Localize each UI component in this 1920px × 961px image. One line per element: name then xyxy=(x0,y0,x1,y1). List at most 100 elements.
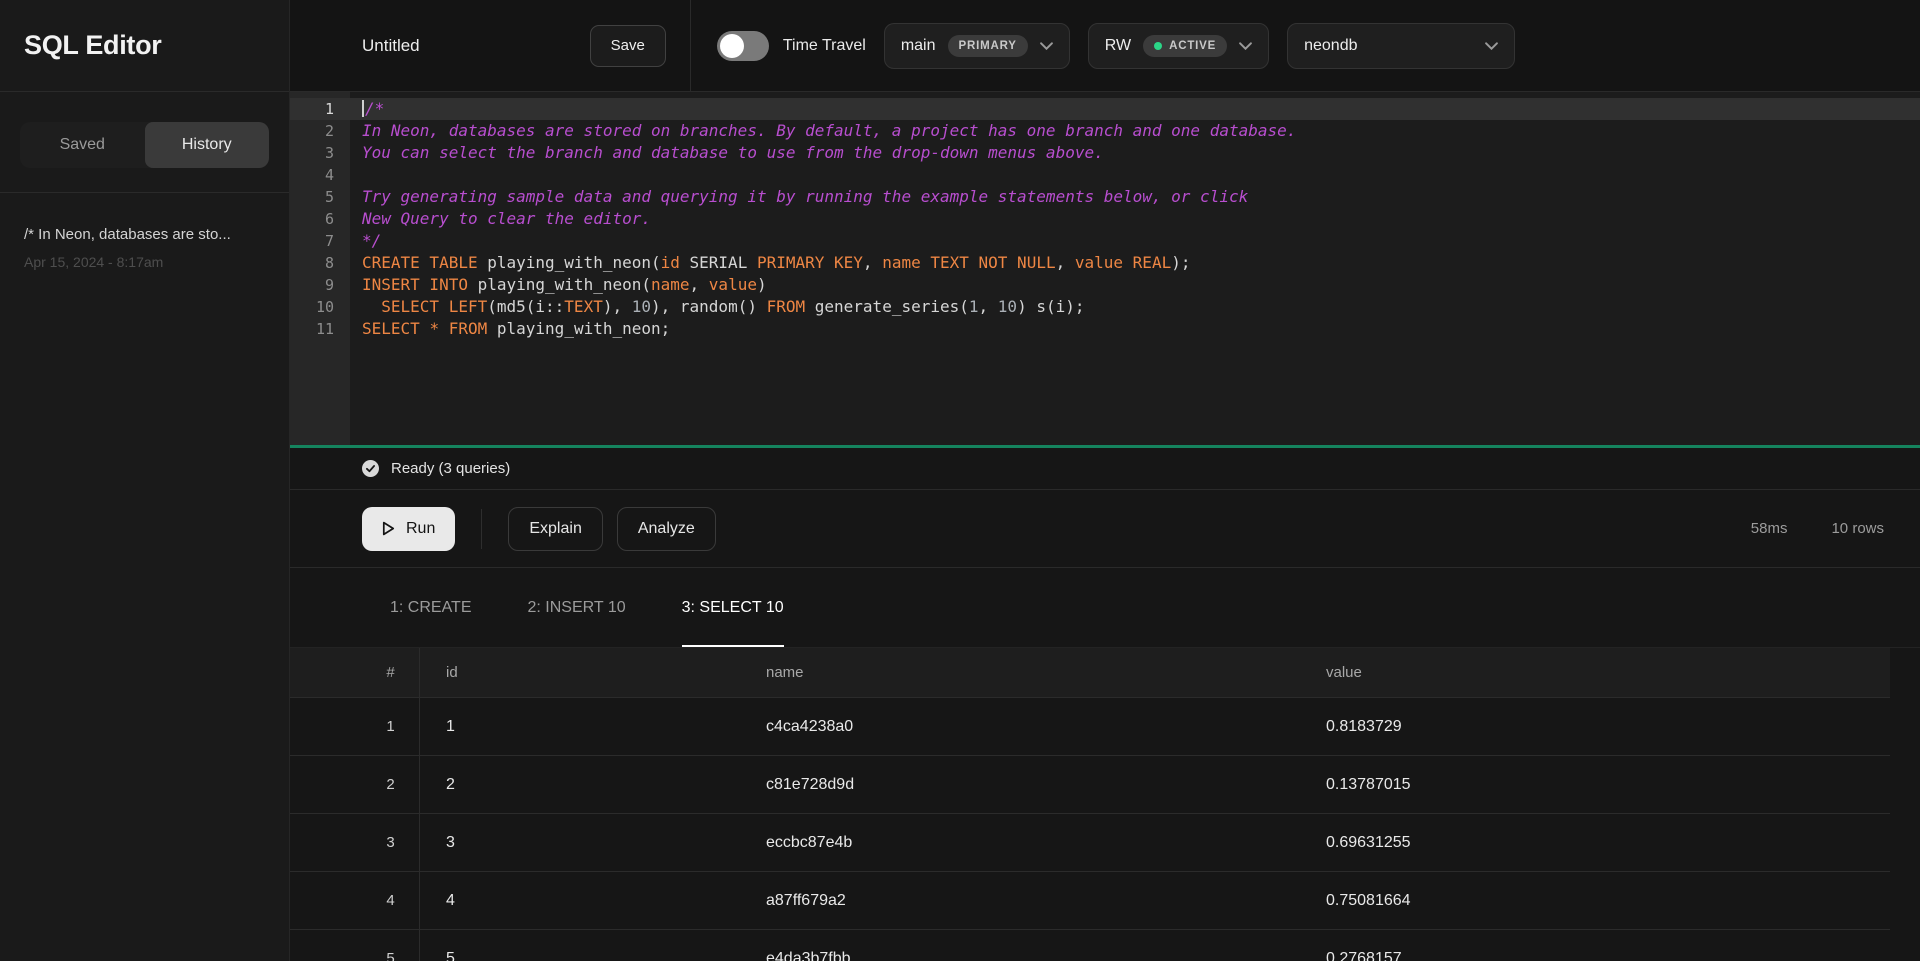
editor-line[interactable]: 4 xyxy=(290,164,1920,186)
editor-line[interactable]: 7*/ xyxy=(290,230,1920,252)
code-token: SELECT xyxy=(381,297,439,316)
results-table: # id name value 11c4ca4238a00.818372922c… xyxy=(290,648,1920,961)
row-index-cell: 3 xyxy=(362,814,420,871)
code-text: In Neon, databases are stored on branche… xyxy=(350,120,1296,142)
page-title: SQL Editor xyxy=(24,30,162,61)
query-name[interactable]: Untitled xyxy=(362,36,420,56)
code-token: generate_series( xyxy=(805,297,969,316)
line-number: 10 xyxy=(290,296,350,318)
table-cell: eccbc87e4b xyxy=(740,834,1300,852)
query-stats: 58ms 10 rows xyxy=(1751,520,1884,537)
row-index-cell: 2 xyxy=(362,756,420,813)
code-token: /* xyxy=(365,99,384,118)
database-selector[interactable]: neondb xyxy=(1287,23,1515,69)
tab-history[interactable]: History xyxy=(145,122,270,168)
save-button[interactable]: Save xyxy=(590,25,666,67)
table-cell: 0.13787015 xyxy=(1300,776,1890,794)
table-row[interactable]: 22c81e728d9d0.13787015 xyxy=(290,756,1890,814)
result-tab[interactable]: 1: CREATE xyxy=(390,568,472,647)
editor-line[interactable]: 11SELECT * FROM playing_with_neon; xyxy=(290,318,1920,340)
table-cell: 2 xyxy=(420,776,740,794)
code-token: , xyxy=(979,297,998,316)
code-text: SELECT * FROM playing_with_neon; xyxy=(350,318,670,340)
code-token: CREATE TABLE xyxy=(362,253,478,272)
code-text: You can select the branch and database t… xyxy=(350,142,1104,164)
table-row[interactable]: 33eccbc87e4b0.69631255 xyxy=(290,814,1890,872)
check-circle-icon xyxy=(362,460,379,477)
code-token: FROM xyxy=(449,319,488,338)
code-token: id xyxy=(661,253,680,272)
code-token: 1 xyxy=(969,297,979,316)
editor-line[interactable]: 5Try generating sample data and querying… xyxy=(290,186,1920,208)
chevron-down-icon xyxy=(1485,42,1498,50)
table-cell: 5 xyxy=(420,950,740,961)
result-tab[interactable]: 3: SELECT 10 xyxy=(682,568,784,647)
explain-button[interactable]: Explain xyxy=(508,507,602,551)
run-button-label: Run xyxy=(406,520,435,538)
code-token: FROM xyxy=(767,297,806,316)
branch-name: main xyxy=(901,37,936,55)
status-text: Ready (3 queries) xyxy=(391,460,510,477)
editor-line[interactable]: 2 In Neon, databases are stored on branch… xyxy=(290,120,1920,142)
line-number: 2 xyxy=(290,120,350,142)
result-tab[interactable]: 2: INSERT 10 xyxy=(528,568,626,647)
actions-divider xyxy=(481,509,482,549)
chevron-down-icon xyxy=(1040,42,1053,50)
editor-line[interactable]: 10 SELECT LEFT(md5(i::TEXT), 10), random… xyxy=(290,296,1920,318)
branch-primary-badge: PRIMARY xyxy=(948,35,1028,57)
branch-selector[interactable]: main PRIMARY xyxy=(884,23,1070,69)
time-travel-label: Time Travel xyxy=(783,37,866,55)
code-token: 10 xyxy=(998,297,1017,316)
actions-bar: Run Explain Analyze 58ms 10 rows xyxy=(290,490,1920,568)
editor-line[interactable]: 3You can select the branch and database … xyxy=(290,142,1920,164)
code-token: SELECT xyxy=(362,319,420,338)
table-row[interactable]: 44a87ff679a20.75081664 xyxy=(290,872,1890,930)
line-number: 1 xyxy=(290,98,350,120)
code-text: New Query to clear the editor. xyxy=(350,208,651,230)
analyze-button[interactable]: Analyze xyxy=(617,507,716,551)
tab-saved[interactable]: Saved xyxy=(20,122,145,168)
code-token: You can select the branch and database t… xyxy=(362,143,1104,162)
code-token: , xyxy=(690,275,709,294)
code-token xyxy=(362,297,381,316)
editor-line[interactable]: 1 /* xyxy=(290,98,1920,120)
code-token: 10 xyxy=(632,297,651,316)
compute-status-label: ACTIVE xyxy=(1169,40,1216,52)
history-item-title: /* In Neon, databases are sto... xyxy=(24,225,265,245)
table-cell: 4 xyxy=(420,892,740,910)
code-token: ) s(i); xyxy=(1017,297,1084,316)
table-cell: c81e728d9d xyxy=(740,776,1300,794)
code-token: In Neon, databases are stored on branche… xyxy=(362,121,1296,140)
compute-selector[interactable]: RW ACTIVE xyxy=(1088,23,1269,69)
history-item-timestamp: Apr 15, 2024 - 8:17am xyxy=(24,254,265,270)
column-header-index: # xyxy=(362,648,420,697)
editor-line[interactable]: 6New Query to clear the editor. xyxy=(290,208,1920,230)
code-token: , xyxy=(1056,253,1075,272)
table-row[interactable]: 11c4ca4238a00.8183729 xyxy=(290,698,1890,756)
code-text: CREATE TABLE playing_with_neon(id SERIAL… xyxy=(350,252,1190,274)
code-token: (md5(i:: xyxy=(487,297,564,316)
code-editor[interactable]: 1 /* 2 In Neon, databases are stored on bra… xyxy=(290,92,1920,445)
results-header-row: # id name value xyxy=(290,648,1890,697)
saved-history-switch-wrap: Saved History xyxy=(0,92,289,168)
code-token: ), random() xyxy=(651,297,767,316)
compute-name: RW xyxy=(1105,37,1131,55)
editor-line[interactable]: 9INSERT INTO playing_with_neon(name, val… xyxy=(290,274,1920,296)
active-status-dot xyxy=(1154,42,1162,50)
code-token: playing_with_neon( xyxy=(468,275,651,294)
code-text: SELECT LEFT(md5(i::TEXT), 10), random() … xyxy=(350,296,1085,318)
code-text xyxy=(350,164,362,186)
editor-line[interactable]: 8CREATE TABLE playing_with_neon(id SERIA… xyxy=(290,252,1920,274)
history-list-item[interactable]: /* In Neon, databases are sto... Apr 15,… xyxy=(0,193,289,270)
row-index-cell: 1 xyxy=(362,698,420,755)
compute-status-badge: ACTIVE xyxy=(1143,35,1227,57)
table-row[interactable]: 55e4da3b7fbb0.2768157 xyxy=(290,930,1890,961)
table-cell: c4ca4238a0 xyxy=(740,718,1300,736)
column-header-value: value xyxy=(1300,664,1890,681)
code-token: SERIAL xyxy=(680,253,757,272)
database-name: neondb xyxy=(1304,37,1357,55)
column-header-name: name xyxy=(740,664,1300,681)
result-tabs: 1: CREATE 2: INSERT 10 3: SELECT 10 xyxy=(290,568,1920,648)
time-travel-toggle[interactable] xyxy=(717,31,769,61)
run-button[interactable]: Run xyxy=(362,507,455,551)
